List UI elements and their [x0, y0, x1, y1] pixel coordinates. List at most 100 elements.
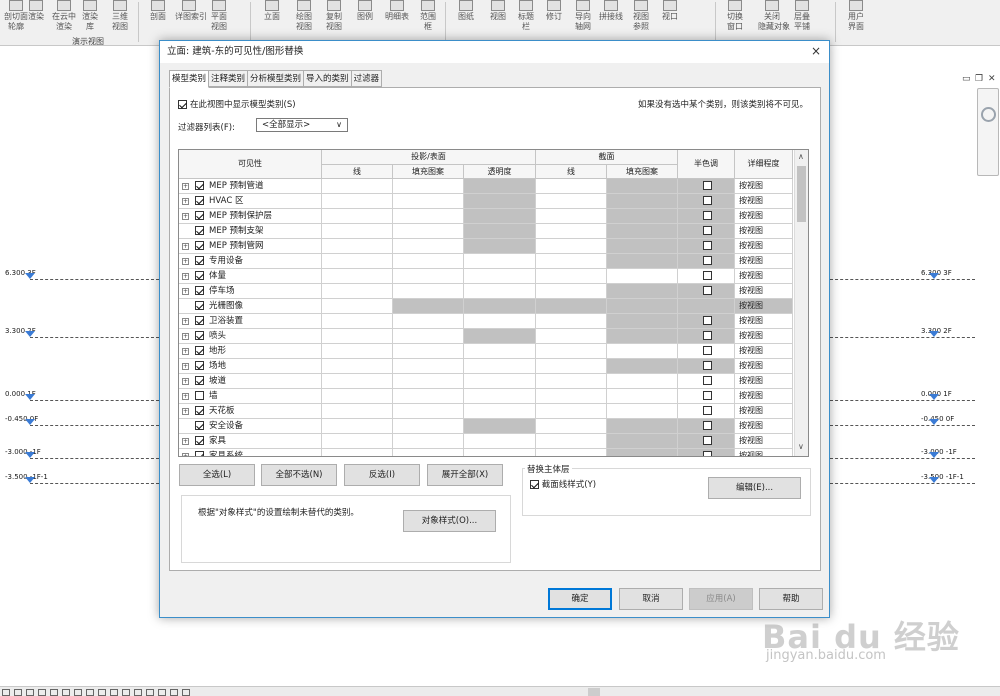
override-cell[interactable] [393, 419, 464, 433]
override-cell[interactable] [536, 344, 607, 358]
override-cell[interactable] [393, 314, 464, 328]
expand-icon[interactable]: + [182, 408, 189, 415]
expand-icon[interactable]: + [182, 198, 189, 205]
expand-icon[interactable]: + [182, 333, 189, 340]
tab-analytical-model-categories[interactable]: 分析模型类别 [247, 70, 305, 87]
override-cell[interactable] [393, 179, 464, 193]
help-button[interactable]: 帮助 [759, 588, 823, 610]
halftone-checkbox[interactable] [703, 181, 712, 190]
override-cell[interactable] [607, 404, 678, 418]
override-cell[interactable] [322, 194, 393, 208]
override-cell[interactable] [607, 434, 678, 448]
tab-annotation-categories[interactable]: 注释类别 [208, 70, 249, 87]
category-visibility-checkbox[interactable] [195, 331, 204, 340]
status-tool-icon[interactable] [182, 689, 190, 696]
expand-icon[interactable]: + [182, 243, 189, 250]
override-cell[interactable] [393, 224, 464, 238]
category-name-cell[interactable]: + 场地 [179, 359, 322, 373]
minimize-view-icon[interactable]: ▭ [962, 74, 971, 84]
halftone-checkbox[interactable] [703, 196, 712, 205]
override-cell[interactable] [322, 449, 393, 456]
halftone-checkbox[interactable] [703, 451, 712, 456]
table-row[interactable]: + 专用设备 按视图 [179, 254, 793, 269]
ribbon-tool-25[interactable]: 用户 界面 [842, 0, 870, 46]
halftone-checkbox[interactable] [703, 256, 712, 265]
override-cell[interactable] [536, 374, 607, 388]
override-cell[interactable] [464, 284, 536, 298]
table-row[interactable]: + MEP 预制管道 按视图 [179, 179, 793, 194]
category-name-cell[interactable]: 安全设备 [179, 419, 322, 433]
scroll-thumb[interactable] [797, 166, 806, 222]
override-cell[interactable] [393, 299, 464, 313]
override-cell[interactable] [464, 194, 536, 208]
show-categories-checkbox[interactable] [178, 100, 187, 109]
steering-wheel-icon[interactable] [981, 107, 996, 122]
category-name-cell[interactable]: MEP 预制支架 [179, 224, 322, 238]
override-cell[interactable] [393, 434, 464, 448]
override-cell[interactable] [322, 209, 393, 223]
override-cell[interactable] [607, 284, 678, 298]
detail-level-value[interactable]: 按视图 [739, 449, 763, 456]
halftone-checkbox[interactable] [703, 391, 712, 400]
detail-level-value[interactable]: 按视图 [739, 269, 763, 283]
override-cell[interactable] [393, 194, 464, 208]
scroll-up-icon[interactable]: ∧ [798, 152, 804, 161]
expand-icon[interactable]: + [182, 363, 189, 370]
level-line[interactable] [830, 400, 975, 401]
scroll-down-icon[interactable]: ∨ [798, 442, 804, 451]
override-cell[interactable] [464, 299, 536, 313]
category-visibility-checkbox[interactable] [195, 301, 204, 310]
category-visibility-checkbox[interactable] [195, 286, 204, 295]
halftone-checkbox[interactable] [703, 316, 712, 325]
override-cell[interactable] [464, 329, 536, 343]
override-cell[interactable] [322, 374, 393, 388]
halftone-checkbox[interactable] [703, 331, 712, 340]
table-row[interactable]: + 地形 按视图 [179, 344, 793, 359]
expand-icon[interactable]: + [182, 318, 189, 325]
override-cell[interactable] [322, 224, 393, 238]
detail-level-value[interactable]: 按视图 [739, 209, 763, 223]
override-cell[interactable] [536, 179, 607, 193]
category-name-cell[interactable]: + 喷头 [179, 329, 322, 343]
category-name-cell[interactable]: + MEP 预制管网 [179, 239, 322, 253]
override-cell[interactable] [536, 269, 607, 283]
override-cell[interactable] [322, 389, 393, 403]
table-row[interactable]: + 喷头 按视图 [179, 329, 793, 344]
level-line[interactable] [830, 425, 975, 426]
override-cell[interactable] [393, 389, 464, 403]
detail-level-value[interactable]: 按视图 [739, 404, 763, 418]
status-tool-icon[interactable] [146, 689, 154, 696]
category-visibility-checkbox[interactable] [195, 316, 204, 325]
category-name-cell[interactable]: + 停车场 [179, 284, 322, 298]
ribbon-tool-4[interactable]: 三维 视图 [106, 0, 134, 46]
cut-line-styles-checkbox[interactable] [530, 480, 539, 489]
level-line[interactable] [30, 279, 159, 280]
level-line[interactable] [30, 400, 159, 401]
table-row[interactable]: + 墙按视图 [179, 389, 793, 404]
override-cell[interactable] [607, 314, 678, 328]
override-cell[interactable] [607, 359, 678, 373]
override-cell[interactable] [536, 284, 607, 298]
detail-level-value[interactable]: 按视图 [739, 284, 763, 298]
override-cell[interactable] [322, 359, 393, 373]
close-icon[interactable]: × [811, 44, 821, 58]
status-tool-icon[interactable] [134, 689, 142, 696]
halftone-checkbox[interactable] [703, 241, 712, 250]
table-row[interactable]: + MEP 预制保护层 按视图 [179, 209, 793, 224]
status-tool-icon[interactable] [158, 689, 166, 696]
halftone-checkbox[interactable] [703, 406, 712, 415]
category-visibility-checkbox[interactable] [195, 451, 204, 456]
filter-list-select[interactable]: <全部显示> ∨ [256, 118, 348, 132]
halftone-checkbox[interactable] [703, 376, 712, 385]
category-visibility-checkbox[interactable] [195, 391, 204, 400]
override-cell[interactable] [322, 434, 393, 448]
halftone-checkbox[interactable] [703, 361, 712, 370]
category-visibility-checkbox[interactable] [195, 436, 204, 445]
expand-icon[interactable]: + [182, 453, 189, 456]
override-cell[interactable] [607, 299, 678, 313]
override-cell[interactable] [607, 209, 678, 223]
override-cell[interactable] [322, 344, 393, 358]
table-row[interactable]: + MEP 预制管网 按视图 [179, 239, 793, 254]
override-cell[interactable] [536, 359, 607, 373]
expand-icon[interactable]: + [182, 438, 189, 445]
